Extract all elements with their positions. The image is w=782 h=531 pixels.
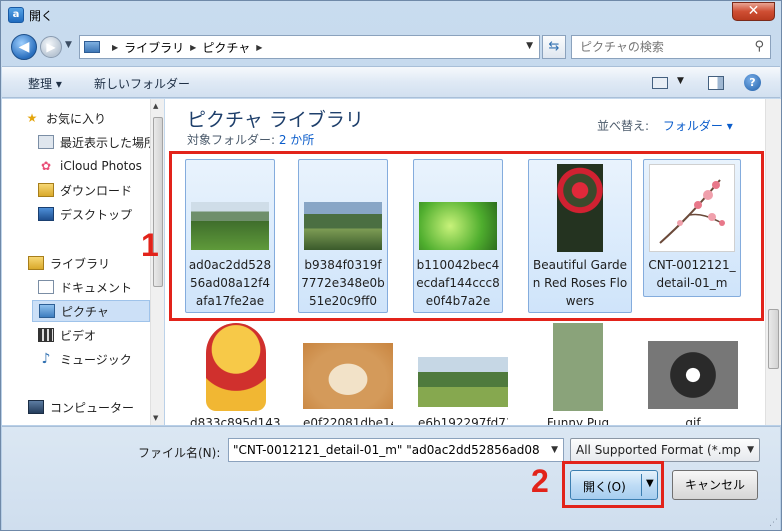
file-list-scrollbar[interactable]: [765, 99, 781, 425]
file-list-scroll-thumb[interactable]: [768, 309, 779, 369]
annotation-step-2: 2: [531, 463, 549, 499]
filename-input[interactable]: [229, 439, 539, 461]
thumbnail-image: [303, 343, 393, 409]
scroll-down-icon[interactable]: ▼: [153, 414, 158, 422]
file-name: e6b192297fd71: [418, 416, 508, 425]
breadcrumb-separator-icon[interactable]: ▶: [190, 43, 196, 52]
address-dropdown-icon[interactable]: ▼: [526, 41, 533, 51]
library-title: ピクチャ ライブラリ: [187, 109, 364, 131]
file-type-filter-value: All Supported Format (*.mp: [576, 443, 741, 457]
file-name: Funny Pug: [546, 416, 610, 425]
view-dropdown-icon[interactable]: ▼: [677, 76, 684, 96]
search-input[interactable]: [572, 36, 744, 58]
thumbnail-image: [648, 341, 738, 409]
scroll-up-icon[interactable]: ▲: [153, 102, 158, 110]
file-tile[interactable]: gif: [648, 321, 738, 425]
refresh-button[interactable]: ⇆: [542, 35, 566, 59]
navigation-pane: ★ お気に入り 最近表示した場所 ✿ iCloud Photos ダウンロード …: [2, 99, 164, 425]
computer-icon: [28, 400, 44, 414]
forward-button[interactable]: ▶: [40, 36, 62, 58]
downloads-icon: [38, 183, 54, 197]
icloud-photos-icon: ✿: [40, 159, 52, 173]
address-bar[interactable]: ▶ ライブラリ ▶ ピクチャ ▶ ▼: [79, 35, 540, 59]
file-tile[interactable]: Funny Pug: [533, 321, 623, 425]
filename-label: ファイル名(N):: [138, 446, 221, 460]
search-icon[interactable]: ⚲: [754, 39, 764, 54]
pictures-folder-icon: [84, 41, 100, 53]
new-folder-button[interactable]: 新しいフォルダー: [94, 75, 190, 92]
file-name: d833c895d143a: [190, 416, 280, 425]
recent-pages-dropdown[interactable]: ▼: [65, 40, 72, 50]
file-name: gif: [685, 416, 701, 425]
breadcrumb-separator-icon[interactable]: ▶: [256, 43, 262, 52]
open-dialog: a 開く ✕ ◀ ▶ ▼ ▶ ライブラリ ▶ ピクチャ ▶ ▼ ⇆ ⚲ 整理 ▾…: [0, 0, 782, 531]
cancel-button[interactable]: キャンセル: [672, 470, 758, 500]
window-title: 開く: [29, 9, 54, 23]
library-subtitle-prefix: 対象フォルダー:: [187, 133, 279, 147]
nav-pictures[interactable]: ピクチャ: [32, 300, 150, 322]
help-icon[interactable]: ?: [744, 74, 761, 91]
breadcrumb-separator-icon[interactable]: ▶: [112, 43, 118, 52]
music-icon: ♪: [41, 351, 51, 367]
library-locations-link[interactable]: 2 か所: [279, 133, 314, 147]
arrange-by-label: 並べ替え:: [597, 119, 650, 133]
pictures-icon: [39, 304, 55, 318]
organize-button[interactable]: 整理 ▾: [28, 75, 62, 92]
app-icon: a: [8, 7, 24, 23]
resize-grip-icon[interactable]: ⋰: [769, 518, 778, 528]
back-button[interactable]: ◀: [11, 34, 37, 60]
library-subtitle: 対象フォルダー: 2 か所: [187, 131, 314, 148]
breadcrumb-pictures[interactable]: ピクチャ: [202, 39, 250, 56]
title-bar: a 開く ✕: [1, 1, 781, 29]
thumbnail-image: [553, 323, 603, 411]
change-view-icon[interactable]: [652, 77, 668, 89]
file-name: e0f22081dbe14: [303, 416, 393, 425]
filename-combobox[interactable]: ▼: [228, 438, 564, 462]
annotation-highlight-open: [562, 461, 664, 508]
search-box[interactable]: ⚲: [571, 35, 771, 59]
libraries-icon: [28, 256, 44, 270]
file-tile[interactable]: e6b192297fd71: [418, 321, 508, 425]
filename-dropdown-icon[interactable]: ▼: [551, 445, 558, 455]
file-type-filter[interactable]: All Supported Format (*.mp ▼: [570, 438, 760, 462]
thumbnail-image: [418, 357, 508, 407]
close-button[interactable]: ✕: [732, 2, 775, 21]
breadcrumb-libraries[interactable]: ライブラリ: [124, 39, 184, 56]
documents-icon: [38, 280, 54, 294]
arrange-by-dropdown[interactable]: フォルダー ▾: [663, 119, 733, 133]
annotation-step-1: 1: [141, 227, 159, 263]
preview-pane-icon[interactable]: [708, 76, 724, 90]
address-row: ◀ ▶ ▼ ▶ ライブラリ ▶ ピクチャ ▶ ▼ ⇆ ⚲: [1, 29, 781, 65]
file-tile[interactable]: e0f22081dbe14: [303, 321, 393, 425]
arrange-by: 並べ替え: フォルダー ▾: [597, 117, 733, 134]
annotation-highlight-files: [169, 151, 764, 321]
desktop-icon: [38, 207, 54, 221]
file-tile[interactable]: d833c895d143a: [190, 321, 280, 425]
command-bar: 整理 ▾ 新しいフォルダー ▼ ?: [2, 66, 780, 98]
star-icon: ★: [26, 111, 38, 125]
thumbnail-image: [206, 323, 266, 411]
videos-icon: [38, 328, 54, 342]
recent-places-icon: [38, 135, 54, 149]
filter-dropdown-icon[interactable]: ▼: [747, 439, 754, 461]
